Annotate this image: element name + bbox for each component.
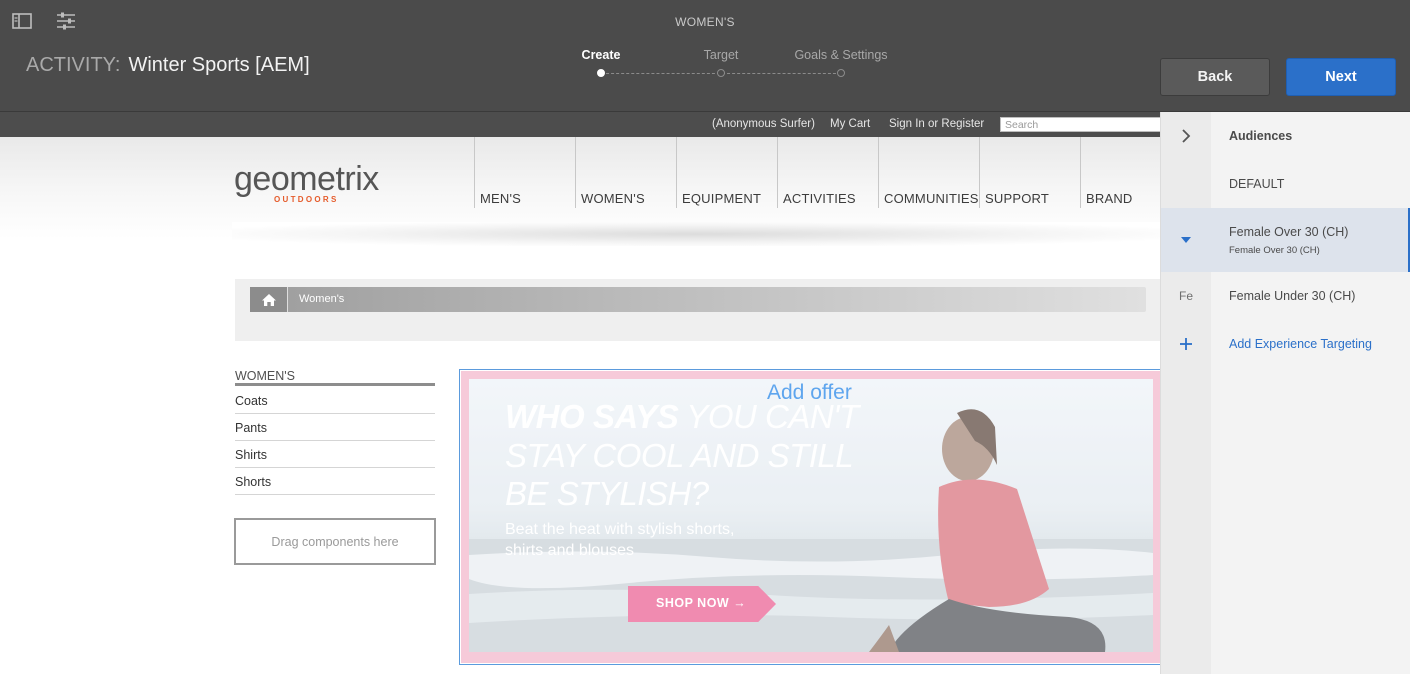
banner-headline-2: STAY COOL AND STILL: [505, 437, 854, 474]
nav-brand[interactable]: BRAND: [1080, 137, 1160, 208]
add-experience-targeting[interactable]: Add Experience Targeting: [1161, 320, 1410, 368]
headline-rest: YOU CAN'T: [678, 398, 859, 435]
banner-subline-1: Beat the heat with stylish shorts,: [505, 521, 735, 538]
shop-now-label: SHOP NOW →: [656, 596, 747, 610]
audiences-header[interactable]: Audiences: [1161, 112, 1410, 160]
step-dot-target: [717, 69, 725, 77]
back-button[interactable]: Back: [1160, 58, 1270, 96]
breadcrumb: [250, 287, 1146, 312]
site-logo[interactable]: geometrix: [234, 160, 379, 199]
nav-label: COMMUNITIES: [884, 191, 979, 206]
logo-subtitle: OUTDOORS: [274, 195, 339, 204]
nav-label: MEN'S: [480, 191, 522, 206]
anonymous-surfer-link[interactable]: (Anonymous Surfer): [712, 118, 815, 130]
audience-default[interactable]: DEFAULT: [1161, 160, 1410, 208]
nav-equipment[interactable]: EQUIPMENT: [676, 137, 777, 208]
component-dropzone[interactable]: Drag components here: [234, 518, 436, 565]
page-title: WOMEN'S: [675, 15, 735, 29]
audience-default-label: DEFAULT: [1229, 177, 1285, 191]
step-dot-create: [597, 69, 605, 77]
audiences-label: Audiences: [1229, 129, 1293, 143]
next-button[interactable]: Next: [1286, 58, 1396, 96]
banner-subline-2: shirts and blouses: [505, 542, 634, 559]
activity-name: Winter Sports [AEM]: [128, 54, 310, 76]
step-target[interactable]: Target: [704, 48, 739, 62]
chevron-right-icon[interactable]: [1161, 112, 1211, 160]
header-shadow: [232, 222, 1160, 246]
nav-support[interactable]: SUPPORT: [979, 137, 1080, 208]
home-icon[interactable]: [250, 287, 288, 312]
step-goals-settings[interactable]: Goals & Settings: [794, 48, 887, 62]
nav-mens[interactable]: MEN'S: [474, 137, 575, 208]
plus-icon[interactable]: [1161, 320, 1211, 368]
audience-female-over-30[interactable]: Female Over 30 (CH) Female Over 30 (CH): [1161, 208, 1410, 272]
nav-label: EQUIPMENT: [682, 191, 762, 206]
audience-selected-subtitle: Female Over 30 (CH): [1229, 245, 1320, 256]
my-cart-link[interactable]: My Cart: [830, 118, 870, 130]
audience-female-under-30-label: Female Under 30 (CH): [1229, 289, 1356, 303]
banner-headline-3: BE STYLISH?: [505, 475, 709, 512]
step-create[interactable]: Create: [582, 48, 621, 62]
targeting-rail: Audiences DEFAULT Female Over 30 (CH) Fe…: [1160, 112, 1410, 674]
breadcrumb-womens[interactable]: Women's: [299, 293, 344, 305]
sidebar-heading: WOMEN'S: [235, 369, 435, 386]
nav-activities[interactable]: ACTIVITIES: [777, 137, 878, 208]
sidebar-item-coats[interactable]: Coats: [235, 387, 435, 414]
nav-label: ACTIVITIES: [783, 191, 856, 206]
logo-text: geometrix: [234, 160, 379, 198]
step-dot-goals: [837, 69, 845, 77]
wizard-steps: Create Target Goals & Settings: [560, 48, 900, 84]
caret-down-icon[interactable]: [1161, 208, 1211, 272]
nav-label: WOMEN'S: [581, 191, 645, 206]
utility-bar: (Anonymous Surfer) My Cart Sign In or Re…: [0, 112, 1160, 137]
sign-in-link[interactable]: Sign In or Register: [889, 118, 984, 130]
activity-toolbar: WOMEN'S ACTIVITY: Winter Sports [AEM] Cre…: [0, 0, 1410, 112]
audience-selected-title: Female Over 30 (CH): [1229, 225, 1349, 239]
nav-label: SUPPORT: [985, 191, 1050, 206]
activity-prefix: ACTIVITY:: [26, 54, 121, 76]
audience-abbrev: Fe: [1178, 289, 1193, 303]
dropzone-label: Drag components here: [271, 534, 399, 549]
authoring-screen: WOMEN'S ACTIVITY: Winter Sports [AEM] Cre…: [0, 0, 1410, 674]
default-marker: [1161, 160, 1211, 208]
headline-bold: WHO SAYS: [505, 398, 679, 435]
audience-female-under-30[interactable]: Fe Female Under 30 (CH): [1161, 272, 1410, 320]
nav-label: BRAND: [1086, 191, 1133, 206]
sidebar-item-shirts[interactable]: Shirts: [235, 441, 435, 468]
sidebar-item-shorts[interactable]: Shorts: [235, 468, 435, 495]
sidebar-item-pants[interactable]: Pants: [235, 414, 435, 441]
nav-womens[interactable]: WOMEN'S: [575, 137, 676, 208]
banner-headline-1: WHO SAYS YOU CAN'T: [505, 398, 859, 436]
activity-title: ACTIVITY: Winter Sports [AEM]: [26, 54, 310, 77]
site-search-input[interactable]: Search: [1000, 117, 1160, 132]
add-experience-targeting-label: Add Experience Targeting: [1229, 337, 1372, 351]
nav-communities[interactable]: COMMUNITIES: [878, 137, 979, 208]
